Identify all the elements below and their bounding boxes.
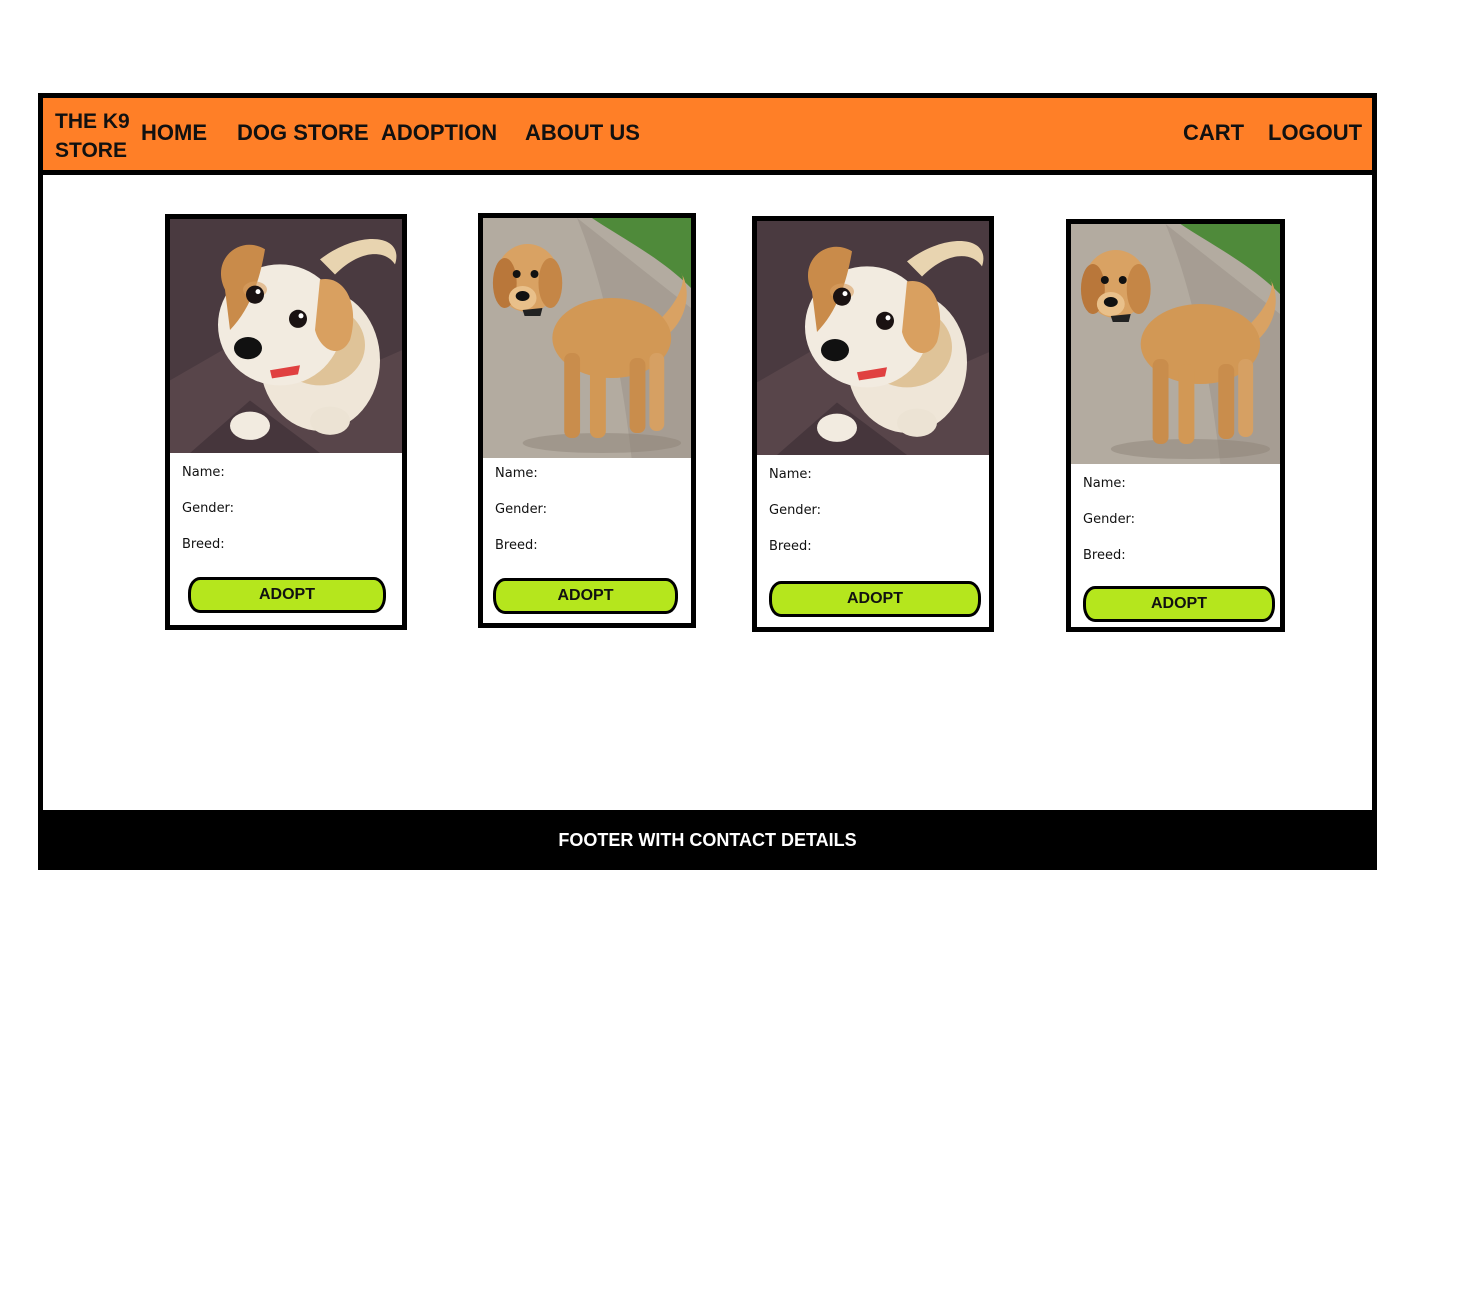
puppy-image [1071, 224, 1280, 464]
dog-photo[interactable] [1071, 224, 1280, 464]
name-label: Name: [1083, 476, 1126, 491]
brand-line-1: THE K9 [55, 110, 130, 133]
puppy-image [170, 219, 402, 453]
dog-card: Name: Gender: Breed: ADOPT [752, 216, 994, 632]
breed-label: Breed: [495, 538, 538, 553]
puppy-image [757, 221, 989, 455]
breed-label: Breed: [769, 539, 812, 554]
gender-label: Gender: [769, 503, 822, 518]
dog-card: Name: Gender: Breed: ADOPT [478, 213, 696, 628]
dog-card: Name: Gender: Breed: ADOPT [1066, 219, 1285, 632]
adopt-button[interactable]: ADOPT [769, 581, 981, 617]
dog-photo[interactable] [170, 219, 402, 453]
adopt-button[interactable]: ADOPT [493, 578, 678, 614]
name-label: Name: [495, 466, 538, 481]
breed-label: Breed: [182, 537, 225, 552]
name-label: Name: [182, 465, 225, 480]
gender-label: Gender: [495, 502, 548, 517]
nav-dog-store[interactable]: DOG STORE [237, 120, 369, 146]
top-navbar: THE K9 STORE HOME DOG STORE ADOPTION ABO… [43, 98, 1372, 175]
dog-photo[interactable] [483, 218, 691, 458]
gender-label: Gender: [182, 501, 235, 516]
footer-text: FOOTER WITH CONTACT DETAILS [558, 829, 857, 850]
breed-label: Breed: [1083, 548, 1126, 563]
brand-line-2: STORE [55, 139, 127, 162]
gender-label: Gender: [1083, 512, 1136, 527]
dog-photo[interactable] [757, 221, 989, 455]
footer: FOOTER WITH CONTACT DETAILS [38, 810, 1377, 870]
name-label: Name: [769, 467, 812, 482]
puppy-image [483, 218, 691, 458]
brand-logo[interactable]: THE K9 STORE [55, 107, 145, 165]
nav-cart[interactable]: CART [1183, 120, 1244, 146]
adopt-button[interactable]: ADOPT [188, 577, 386, 613]
nav-home[interactable]: HOME [141, 120, 207, 146]
nav-logout[interactable]: LOGOUT [1268, 120, 1362, 146]
adopt-button[interactable]: ADOPT [1083, 586, 1275, 622]
nav-adoption[interactable]: ADOPTION [381, 120, 497, 146]
dog-card: Name: Gender: Breed: ADOPT [165, 214, 407, 630]
nav-about-us[interactable]: ABOUT US [525, 120, 640, 146]
